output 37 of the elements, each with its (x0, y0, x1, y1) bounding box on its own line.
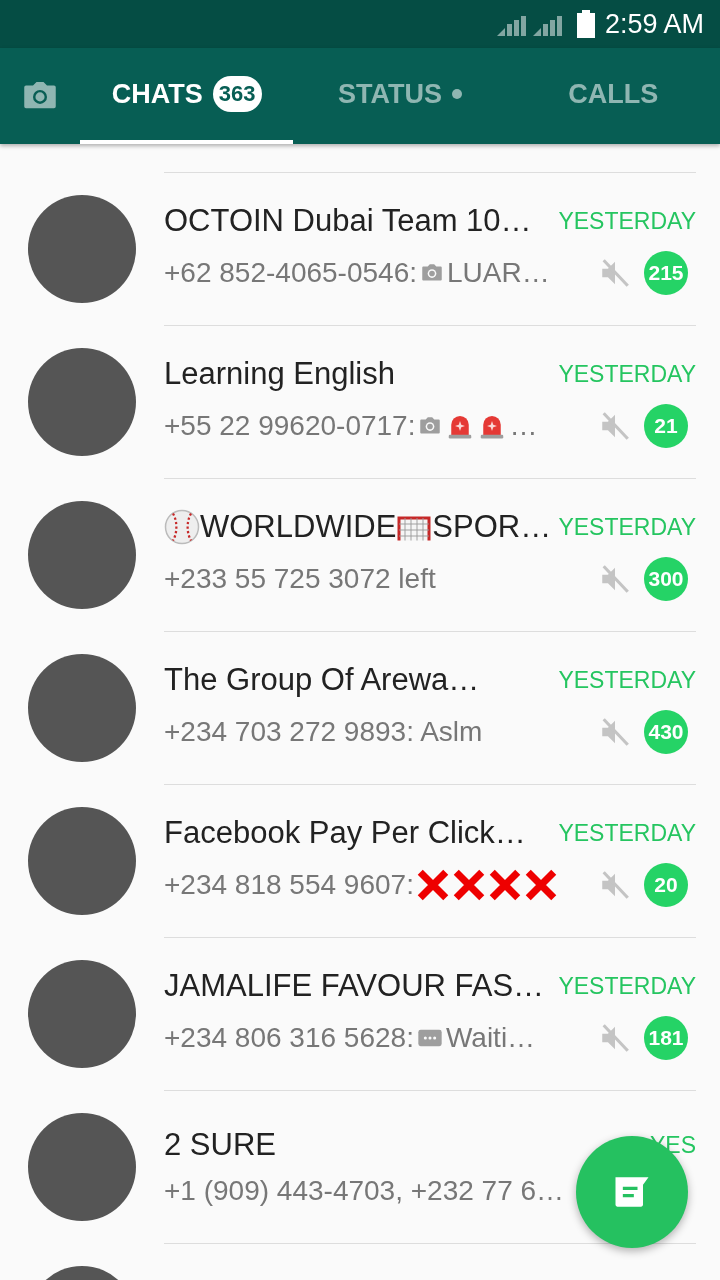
chat-time: YESTERDAY (558, 207, 696, 235)
tab[interactable]: STATUS (293, 48, 507, 144)
unread-count-badge: 363 (212, 76, 262, 112)
unread-count-badge: 20 (644, 863, 688, 907)
unread-count-badge: 215 (644, 251, 688, 295)
tab[interactable]: CHATS 363 (80, 48, 294, 144)
chat-title: JAMALIFE FAVOUR FAS… (164, 968, 545, 1004)
tab[interactable]: CALLS (506, 48, 720, 144)
baseball-icon (164, 509, 200, 545)
chat-time: YESTERDAY (558, 819, 696, 847)
chat-time: YESTERDAY (558, 360, 696, 388)
message-preview: +62 852-4065-0546: LUAR… (164, 257, 550, 289)
cross-mark-icon (487, 868, 522, 902)
chat-title: WORLDWIDE SPOR… (164, 509, 552, 545)
message-preview: +1 (909) 443-4703, +232 77 6… (164, 1175, 565, 1207)
message-preview: +233 55 725 3072 left (164, 563, 436, 595)
chat-title: 2 SURE (164, 1127, 276, 1163)
message-preview: +234 818 554 9607: (164, 868, 558, 902)
chat-time: YESTERDAY (558, 972, 696, 1000)
message-preview: +55 22 99620-0717: … (164, 410, 538, 442)
chat-title: OCTOIN Dubai Team 10… (164, 203, 532, 239)
unread-count-badge: 181 (644, 1016, 688, 1060)
chat-time: YESTERDAY (558, 513, 696, 541)
chat-title: Learning English (164, 356, 395, 392)
chat-time: YESTERDAY (558, 666, 696, 694)
message-preview: +234 806 316 5628: Waiti… (164, 1022, 536, 1054)
unread-count-badge: 21 (644, 404, 688, 448)
cross-mark-icon (523, 868, 558, 902)
status-time: 2:59 AM (604, 8, 704, 40)
cross-mark-icon (415, 868, 450, 902)
message-preview: +234 703 272 9893: Aslm (164, 716, 483, 748)
cross-mark-icon (451, 868, 486, 902)
battery-icon (576, 10, 595, 38)
unread-count-badge: 430 (644, 710, 688, 754)
chat-title: Facebook Pay Per Click… (164, 815, 526, 851)
chat-title: The Group Of Arewa… (164, 662, 480, 698)
unread-count-badge: 300 (644, 557, 688, 601)
